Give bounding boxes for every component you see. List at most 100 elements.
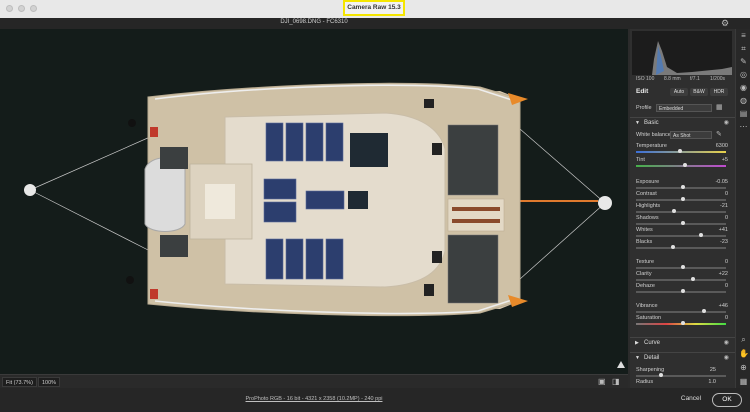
eyedropper-icon[interactable]: ✎	[716, 130, 722, 138]
section-basic[interactable]: ▼ Basic ◉	[630, 117, 735, 128]
auto-button[interactable]: Auto	[670, 88, 688, 96]
profile-dropdown[interactable]: Embedded	[656, 104, 712, 112]
blacks-value[interactable]: -23	[720, 239, 728, 245]
highlights-slider[interactable]	[636, 209, 726, 213]
zoom-tool-icon[interactable]: ⌕	[739, 335, 748, 344]
tint-slider-knob[interactable]	[682, 163, 687, 167]
temperature-value[interactable]: 6300	[716, 143, 728, 149]
texture-slider[interactable]	[636, 265, 726, 269]
histogram	[632, 31, 732, 75]
exposure-value[interactable]: -0.05	[715, 179, 728, 185]
saturation-slider-knob[interactable]	[681, 321, 685, 325]
canvas-status-bar: Fit (73.7%) 100% ▣ ◨	[0, 374, 628, 388]
healing-icon[interactable]: ✎	[739, 57, 748, 66]
vibrance-value[interactable]: +46	[719, 303, 728, 309]
whites-value[interactable]: +41	[719, 227, 728, 233]
image-canvas[interactable]	[0, 29, 628, 374]
exposure-slider-knob[interactable]	[681, 185, 685, 189]
temperature-slider-knob[interactable]	[678, 149, 683, 153]
white-balance-dropdown[interactable]: As Shot	[670, 131, 712, 139]
sharpening-slider[interactable]	[636, 373, 726, 377]
texture-value[interactable]: 0	[725, 259, 728, 265]
highlights-slider-knob[interactable]	[672, 209, 676, 213]
eye-icon[interactable]: ◉	[724, 118, 729, 129]
exposure-label: Exposure	[636, 179, 660, 185]
toggle-grid-icon[interactable]: ▦	[739, 377, 748, 386]
blacks-slider[interactable]	[636, 245, 726, 249]
highlights-value[interactable]: -21	[720, 203, 728, 209]
tint-slider[interactable]	[636, 163, 726, 167]
exposure-slider[interactable]	[636, 185, 726, 189]
blacks-slider-knob[interactable]	[671, 245, 676, 249]
temperature-label: Temperature	[636, 143, 667, 149]
vibrance-row: Vibrance +46	[636, 303, 728, 309]
dehaze-value[interactable]: 0	[725, 283, 728, 289]
zoom-100-select[interactable]: 100%	[38, 377, 61, 387]
toggle-sampler-icon[interactable]: ⊕	[739, 363, 748, 372]
vibrance-slider-knob[interactable]	[701, 309, 706, 313]
texture-slider-knob[interactable]	[681, 265, 685, 269]
edit-panel: ISO 100 8.8 mm f/7.1 1/200s Edit Auto B&…	[630, 29, 735, 388]
section-curve-title: Curve	[644, 340, 661, 346]
sharpening-value[interactable]: 25	[710, 367, 716, 373]
zoom-fit-select[interactable]: Fit (73.7%)	[2, 377, 37, 387]
contrast-slider[interactable]	[636, 197, 726, 201]
workflow-options-link[interactable]: ProPhoto RGB - 16 bit - 4321 x 2358 (10.…	[0, 396, 628, 402]
shadows-value[interactable]: 0	[725, 215, 728, 221]
zoom-window-button[interactable]	[30, 5, 37, 12]
dehaze-slider-knob[interactable]	[681, 289, 685, 293]
tint-value[interactable]: +5	[722, 157, 728, 163]
radius-value[interactable]: 1.0	[708, 379, 716, 385]
shadows-slider-knob[interactable]	[681, 221, 685, 225]
highlights-row: Highlights -21	[636, 203, 728, 209]
vibrance-slider[interactable]	[636, 309, 726, 313]
whites-slider[interactable]	[636, 233, 726, 237]
more-icon[interactable]: ⋯	[739, 122, 748, 131]
masking-icon[interactable]: ◎	[739, 70, 748, 79]
whites-slider-knob[interactable]	[699, 233, 703, 237]
radius-label: Radius 1.0	[636, 379, 728, 385]
eye-icon[interactable]: ◉	[724, 338, 729, 349]
footer-bar: ProPhoto RGB - 16 bit - 4321 x 2358 (10.…	[0, 388, 750, 412]
saturation-label: Saturation	[636, 315, 662, 321]
sharpening-label: Sharpening 25	[636, 367, 728, 373]
shadows-label: Shadows	[636, 215, 659, 221]
window-titlebar: Camera Raw 15.3	[0, 0, 750, 18]
clarity-value[interactable]: +22	[719, 271, 728, 277]
section-curve[interactable]: ▶ Curve ◉	[630, 337, 735, 348]
edit-sliders-icon[interactable]: ≡	[739, 31, 748, 40]
gear-icon[interactable]: ⚙	[721, 18, 729, 29]
temperature-slider[interactable]	[636, 149, 726, 153]
saturation-slider[interactable]	[636, 321, 726, 325]
presets-icon[interactable]: ◍	[739, 96, 748, 105]
saturation-value[interactable]: 0	[725, 315, 728, 321]
app-title: Camera Raw 15.3	[343, 0, 405, 16]
edit-heading: Edit	[636, 88, 649, 95]
histogram-graph	[652, 41, 732, 75]
contrast-slider-knob[interactable]	[681, 197, 685, 201]
single-view-icon[interactable]: ▣	[598, 377, 606, 386]
ok-button[interactable]: OK	[712, 393, 742, 407]
crop-icon[interactable]: ⌗	[739, 44, 748, 53]
bw-button[interactable]: B&W	[690, 88, 708, 96]
red-eye-icon[interactable]: ◉	[739, 83, 748, 92]
close-window-button[interactable]	[6, 5, 13, 12]
snapshots-icon[interactable]: ▤	[739, 109, 748, 118]
clarity-slider[interactable]	[636, 277, 726, 281]
hand-tool-icon[interactable]: ✋	[739, 349, 749, 358]
shadows-slider[interactable]	[636, 221, 726, 225]
dehaze-slider[interactable]	[636, 289, 726, 293]
radius-label-text: Radius	[636, 379, 654, 385]
contrast-value[interactable]: 0	[725, 191, 728, 197]
cancel-button[interactable]: Cancel	[672, 393, 710, 407]
hdr-button[interactable]: HDR	[710, 88, 728, 96]
profile-browser-icon[interactable]: ▦	[716, 103, 723, 111]
tool-strip: ≡ ⌗ ✎ ◎ ◉ ◍ ▤ ⋯ ⌕ ✋ ⊕ ▦	[735, 29, 750, 388]
clarity-slider-knob[interactable]	[690, 277, 695, 281]
before-after-icon[interactable]: ◨	[612, 377, 620, 386]
minimize-window-button[interactable]	[18, 5, 25, 12]
tint-label: Tint	[636, 157, 645, 163]
eye-icon[interactable]: ◉	[724, 353, 729, 364]
dehaze-label: Dehaze	[636, 283, 655, 289]
section-detail[interactable]: ▼ Detail ◉	[630, 352, 735, 363]
